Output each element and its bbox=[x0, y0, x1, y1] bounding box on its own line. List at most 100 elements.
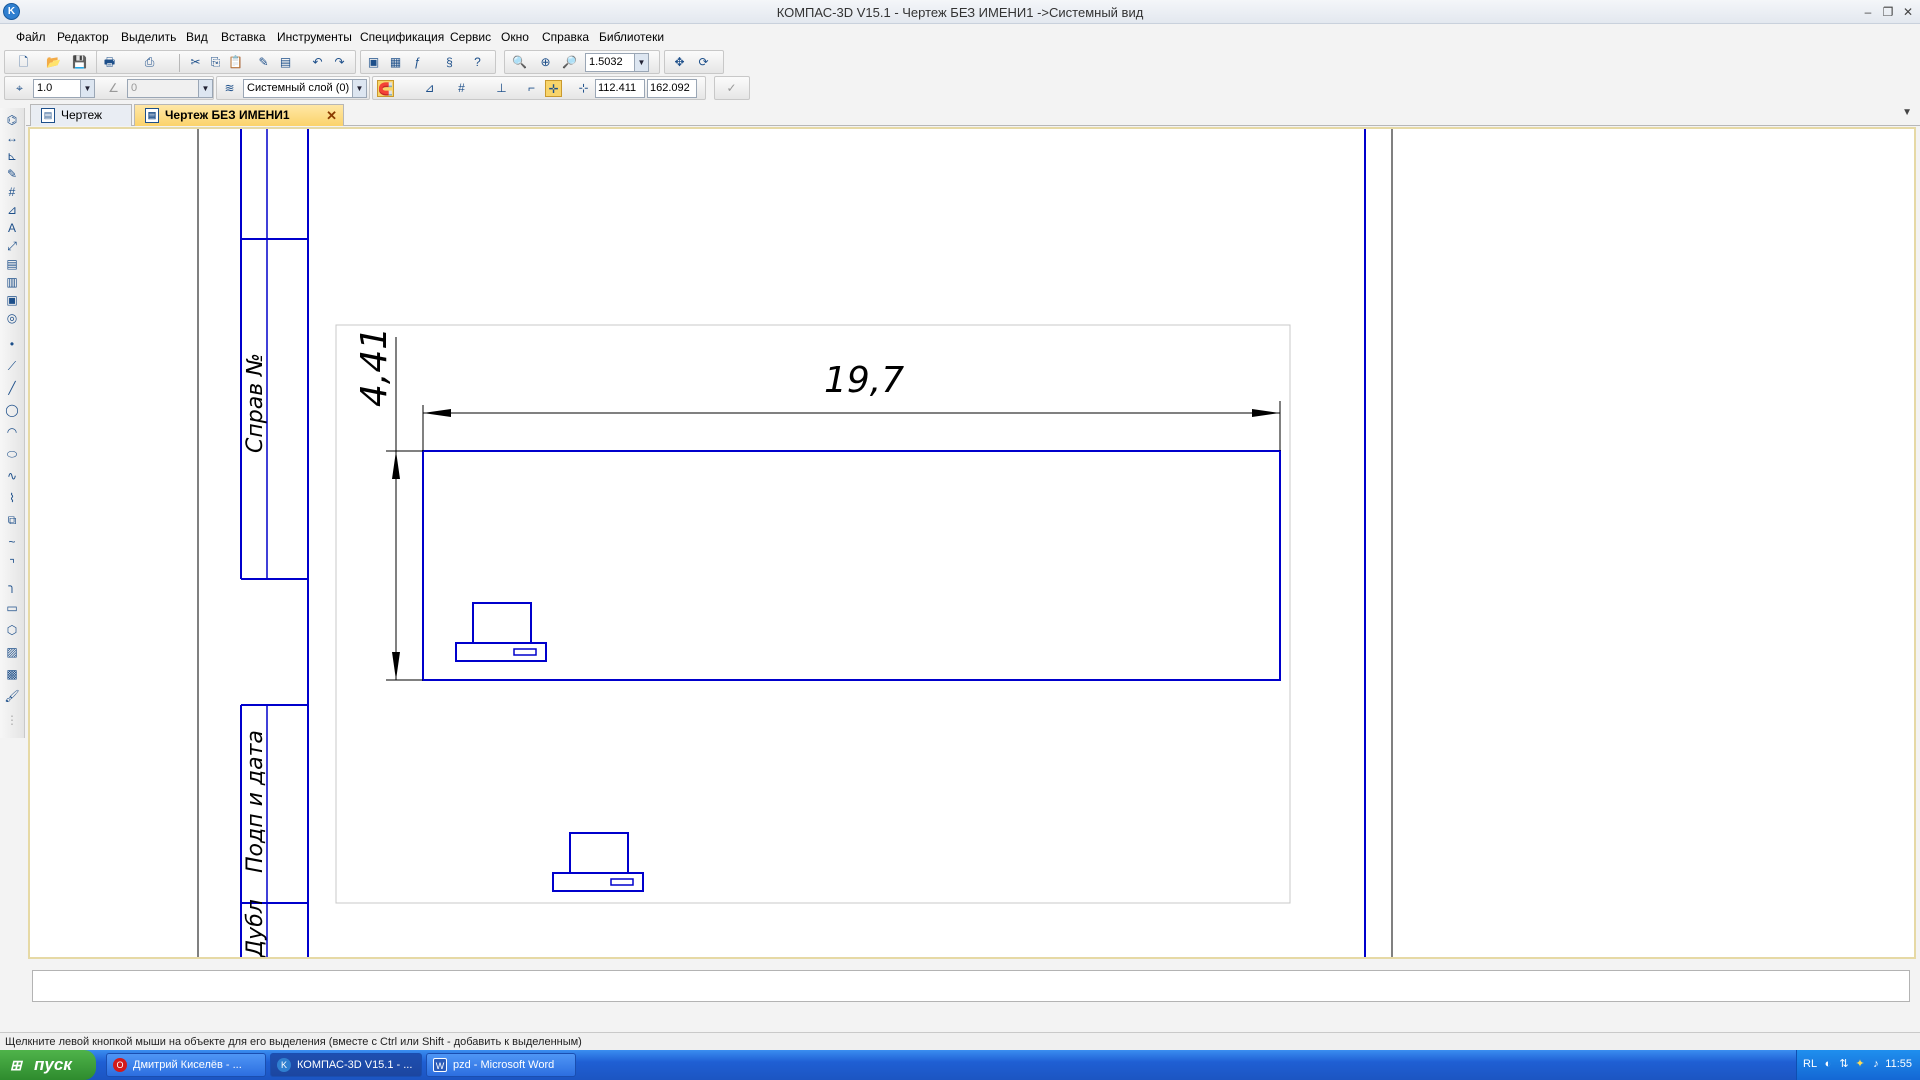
clock[interactable]: 11:55 bbox=[1885, 1058, 1912, 1070]
help-pointer-icon[interactable]: ? bbox=[469, 54, 486, 71]
close-icon[interactable]: ✕ bbox=[326, 105, 337, 126]
close-button[interactable]: ✕ bbox=[1900, 4, 1916, 20]
menu-file[interactable]: Файл bbox=[16, 30, 46, 44]
calculator-icon[interactable]: § bbox=[441, 54, 458, 71]
computer-base-symbol[interactable] bbox=[552, 872, 644, 892]
geometry-icon[interactable]: ⌬ bbox=[4, 112, 20, 128]
bezier-icon[interactable]: ~ bbox=[4, 534, 20, 550]
chamfer-icon[interactable]: ⌝ bbox=[4, 556, 20, 572]
offset-icon[interactable]: ⧉ bbox=[4, 512, 20, 528]
dimensions-icon[interactable]: ↔ bbox=[4, 130, 20, 146]
polyline-icon[interactable]: ⌇ bbox=[4, 490, 20, 506]
command-line-input[interactable] bbox=[32, 970, 1910, 1002]
rectangle-icon[interactable]: ▭ bbox=[4, 600, 20, 616]
menu-tools[interactable]: Инструменты bbox=[277, 30, 352, 44]
print-icon[interactable]: 🖶 bbox=[101, 54, 118, 71]
grid-icon[interactable]: # bbox=[453, 80, 470, 97]
coord-y-field[interactable]: 162.092 bbox=[647, 79, 697, 98]
menu-help[interactable]: Справка bbox=[542, 30, 589, 44]
chevron-down-icon[interactable]: ▼ bbox=[1902, 107, 1912, 118]
menu-libraries[interactable]: Библиотеки bbox=[599, 30, 664, 44]
tab-drawing-unnamed[interactable]: ▤ Чертеж БЕЗ ИМЕНИ1 ✕ bbox=[134, 104, 344, 126]
start-button[interactable]: ⊞ пуск bbox=[0, 1050, 96, 1080]
step-combo[interactable]: 1.0 ▼ bbox=[33, 79, 95, 98]
refresh-icon[interactable]: ⟳ bbox=[695, 54, 712, 71]
measure-icon[interactable]: ⊿ bbox=[4, 202, 20, 218]
parametrization-icon[interactable]: # bbox=[4, 184, 20, 200]
menu-window[interactable]: Окно bbox=[501, 30, 529, 44]
circle-icon[interactable]: ◯ bbox=[4, 402, 20, 418]
orthogonal-icon[interactable]: ⊿ bbox=[421, 80, 438, 97]
symbols-icon[interactable]: ⊾ bbox=[4, 148, 20, 164]
fillet-icon[interactable]: ╮ bbox=[4, 578, 20, 594]
pan-icon[interactable]: ✥ bbox=[671, 54, 688, 71]
fragment-icon[interactable]: ▣ bbox=[4, 292, 20, 308]
language-indicator[interactable]: RL bbox=[1803, 1058, 1817, 1070]
menu-insert[interactable]: Вставка bbox=[221, 30, 266, 44]
main-rectangle[interactable] bbox=[422, 450, 1281, 681]
save-icon[interactable]: 💾 bbox=[71, 54, 88, 71]
spline-icon[interactable]: ∿ bbox=[4, 468, 20, 484]
menu-specification[interactable]: Спецификация bbox=[360, 30, 444, 44]
taskbar-item-kompas[interactable]: K КОМПАС-3D V15.1 - ... bbox=[270, 1053, 422, 1077]
dimension-value-vertical[interactable]: 4,41 bbox=[354, 327, 395, 407]
drawing-sheet[interactable]: Справ № Подп и дата Дубл 19,7 4,41 bbox=[30, 129, 1914, 957]
segment-icon[interactable]: ╱ bbox=[4, 380, 20, 396]
undo-icon[interactable]: ↶ bbox=[309, 54, 326, 71]
zoom-window-icon[interactable]: 🔍 bbox=[511, 54, 528, 71]
associative-icon[interactable]: ⤢ bbox=[4, 238, 20, 254]
cursor-step-icon[interactable]: ⌖ bbox=[11, 80, 28, 97]
select-icon[interactable]: A bbox=[4, 220, 20, 236]
volume-icon[interactable]: ♪ bbox=[1869, 1057, 1883, 1071]
coord-x-field[interactable]: 112.411 bbox=[595, 79, 645, 98]
restore-button[interactable]: ❐ bbox=[1880, 4, 1896, 20]
tab-drawing[interactable]: ▤ Чертеж bbox=[30, 104, 132, 126]
library-manager-icon[interactable]: ▦ bbox=[387, 54, 404, 71]
drawing-canvas[interactable]: Справ № Подп и дата Дубл 19,7 4,41 bbox=[28, 127, 1916, 959]
chevron-down-icon[interactable]: ▼ bbox=[352, 80, 366, 97]
ortho-mode-icon[interactable]: ⌐ bbox=[523, 80, 540, 97]
insert-view-icon[interactable]: ◎ bbox=[4, 310, 20, 326]
more-icon[interactable]: ⋮ bbox=[4, 712, 20, 728]
spec-icon[interactable]: ▤ bbox=[4, 256, 20, 272]
taskbar-item-word[interactable]: W pzd - Microsoft Word bbox=[426, 1053, 576, 1077]
zoom-in-icon[interactable]: 🔎 bbox=[561, 54, 578, 71]
chevron-down-icon[interactable]: ▼ bbox=[634, 54, 648, 71]
point-icon[interactable]: • bbox=[4, 336, 20, 352]
menu-service[interactable]: Сервис bbox=[450, 30, 491, 44]
polygon-icon[interactable]: ⬡ bbox=[4, 622, 20, 638]
menu-view[interactable]: Вид bbox=[186, 30, 208, 44]
aux-line-icon[interactable]: ⟋ bbox=[4, 358, 20, 374]
format-painter-icon[interactable]: ✎ bbox=[255, 54, 272, 71]
manager-icon[interactable]: ▣ bbox=[365, 54, 382, 71]
zoom-fit-icon[interactable]: ⊕ bbox=[537, 54, 554, 71]
print-preview-icon[interactable]: ⎙ bbox=[141, 54, 158, 71]
menu-select[interactable]: Выделить bbox=[121, 30, 176, 44]
snap-mode-icon[interactable]: 🧲 bbox=[377, 80, 394, 97]
dimension-value-horizontal[interactable]: 19,7 bbox=[824, 360, 904, 401]
paste-icon[interactable]: 📋 bbox=[227, 54, 244, 71]
copy-icon[interactable]: ⎘ bbox=[207, 54, 224, 71]
minimize-button[interactable]: – bbox=[1860, 4, 1876, 20]
arc-icon[interactable]: ◠ bbox=[4, 424, 20, 440]
round-icon[interactable]: ✛ bbox=[545, 80, 562, 97]
properties-icon[interactable]: ▤ bbox=[277, 54, 294, 71]
computer-base-symbol[interactable] bbox=[455, 642, 547, 662]
monitor-symbol[interactable] bbox=[569, 832, 629, 874]
kompas-tray-icon[interactable]: ◐ bbox=[1821, 1057, 1835, 1071]
zoom-scale-combo[interactable]: 1.5032 ▼ bbox=[585, 53, 649, 72]
local-cs-icon[interactable]: ⊥ bbox=[493, 80, 510, 97]
ellipse-icon[interactable]: ⬭ bbox=[4, 446, 20, 462]
report-icon[interactable]: ▥ bbox=[4, 274, 20, 290]
redo-icon[interactable]: ↷ bbox=[331, 54, 348, 71]
chevron-down-icon[interactable]: ▼ bbox=[80, 80, 94, 97]
layers-icon[interactable]: ≋ bbox=[221, 80, 238, 97]
new-document-icon[interactable]: 🗋 bbox=[15, 54, 32, 71]
layer-combo[interactable]: Системный слой (0) ▼ bbox=[243, 79, 367, 98]
menu-editor[interactable]: Редактор bbox=[57, 30, 109, 44]
fill-icon[interactable]: ▩ bbox=[4, 666, 20, 682]
monitor-symbol[interactable] bbox=[472, 602, 532, 644]
brush-icon[interactable]: 🖌 bbox=[4, 688, 20, 704]
open-folder-icon[interactable]: 📂 bbox=[45, 54, 62, 71]
edit-icon[interactable]: ✎ bbox=[4, 166, 20, 182]
